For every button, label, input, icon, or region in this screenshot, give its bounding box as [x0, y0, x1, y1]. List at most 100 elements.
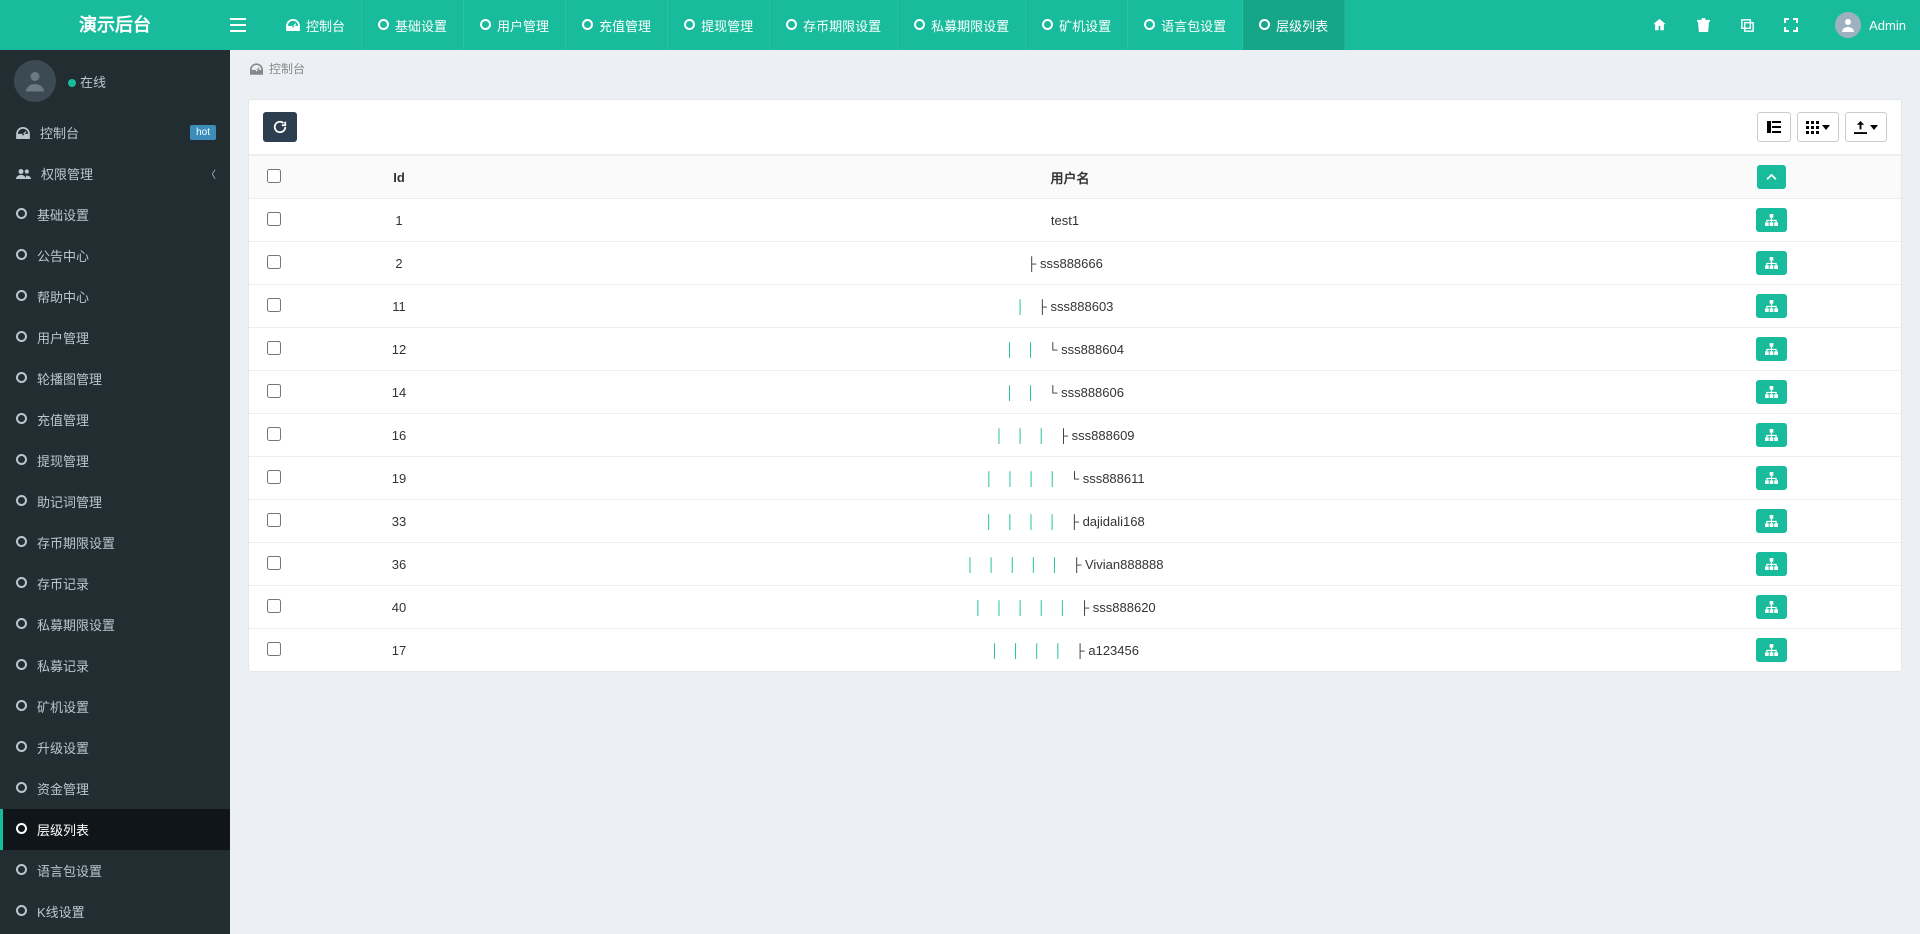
row-checkbox[interactable] [267, 599, 281, 613]
sidebar-item-5[interactable]: 用户管理 [0, 317, 230, 358]
cell-action [1641, 414, 1901, 457]
sidebar-item-15[interactable]: 升级设置 [0, 727, 230, 768]
sidebar-item-13[interactable]: 私募记录 [0, 645, 230, 686]
cell-id: 11 [299, 285, 499, 328]
sidebar-item-6[interactable]: 轮播图管理 [0, 358, 230, 399]
sitemap-icon [1765, 257, 1778, 269]
row-checkbox[interactable] [267, 341, 281, 355]
select-all-checkbox[interactable] [267, 169, 281, 183]
cell-id: 2 [299, 242, 499, 285]
export-icon [1854, 121, 1867, 134]
sidebar-item-1[interactable]: 权限管理〈 [0, 153, 230, 194]
row-checkbox[interactable] [267, 212, 281, 226]
export-button[interactable] [1845, 112, 1887, 142]
sidebar-item-label: 私募期限设置 [37, 615, 115, 634]
table-row: 17│ │ │ │ ├ a123456 [249, 629, 1901, 672]
sidebar-item-19[interactable]: K线设置 [0, 891, 230, 932]
row-checkbox[interactable] [267, 513, 281, 527]
sitemap-icon [1765, 515, 1778, 527]
sidebar-item-7[interactable]: 充值管理 [0, 399, 230, 440]
table-header-row: Id 用户名 [249, 156, 1901, 199]
circle-icon [16, 822, 27, 837]
cell-id: 17 [299, 629, 499, 672]
sidebar-item-17[interactable]: 层级列表 [0, 809, 230, 850]
cell-action [1641, 328, 1901, 371]
cache-button[interactable] [1725, 0, 1769, 50]
topnav-item-lang[interactable]: 语言包设置 [1128, 0, 1243, 50]
sidebar-item-16[interactable]: 资金管理 [0, 768, 230, 809]
topnav-item-level[interactable]: 层级列表 [1243, 0, 1345, 50]
sidebar-item-11[interactable]: 存币记录 [0, 563, 230, 604]
toggle-card-view-button[interactable] [1757, 112, 1791, 142]
expand-row-button[interactable] [1756, 294, 1787, 318]
cell-action [1641, 457, 1901, 500]
expand-row-button[interactable] [1756, 208, 1787, 232]
topnav-item-console[interactable]: 控制台 [270, 0, 362, 50]
columns-button[interactable] [1797, 112, 1839, 142]
expand-row-button[interactable] [1756, 380, 1787, 404]
topnav-item-miner[interactable]: 矿机设置 [1026, 0, 1128, 50]
table-row: 2├ sss888666 [249, 242, 1901, 285]
trash-button[interactable] [1681, 0, 1725, 50]
row-checkbox[interactable] [267, 642, 281, 656]
row-checkbox[interactable] [267, 255, 281, 269]
row-checkbox[interactable] [267, 470, 281, 484]
sidebar-item-9[interactable]: 助记词管理 [0, 481, 230, 522]
topbar-actions [1637, 0, 1821, 50]
circle-icon [16, 412, 27, 427]
sidebar-toggle[interactable] [230, 18, 270, 32]
row-checkbox[interactable] [267, 298, 281, 312]
circle-icon [16, 699, 27, 714]
topnav-label: 层级列表 [1276, 16, 1328, 35]
col-username-header[interactable]: 用户名 [499, 156, 1641, 199]
row-checkbox[interactable] [267, 384, 281, 398]
topnav-item-recharge[interactable]: 充值管理 [566, 0, 668, 50]
topnav-label: 矿机设置 [1059, 16, 1111, 35]
fullscreen-button[interactable] [1769, 0, 1813, 50]
cell-id: 1 [299, 199, 499, 242]
topnav-label: 用户管理 [497, 16, 549, 35]
topnav-item-private[interactable]: 私募期限设置 [898, 0, 1026, 50]
sidebar-item-2[interactable]: 基础设置 [0, 194, 230, 235]
sidebar-item-3[interactable]: 公告中心 [0, 235, 230, 276]
sidebar-item-18[interactable]: 语言包设置 [0, 850, 230, 891]
cell-action [1641, 285, 1901, 328]
sidebar-item-label: 控制台 [40, 123, 79, 142]
sidebar-item-14[interactable]: 矿机设置 [0, 686, 230, 727]
circle-icon [16, 248, 27, 263]
trash-icon [1697, 18, 1710, 33]
expand-row-button[interactable] [1756, 552, 1787, 576]
refresh-button[interactable] [263, 112, 297, 142]
expand-row-button[interactable] [1756, 509, 1787, 533]
topnav-item-basic[interactable]: 基础设置 [362, 0, 464, 50]
user-menu[interactable]: Admin [1821, 12, 1920, 38]
expand-row-button[interactable] [1756, 423, 1787, 447]
sitemap-icon [1765, 429, 1778, 441]
sidebar-item-label: 层级列表 [37, 820, 89, 839]
sidebar-item-label: 资金管理 [37, 779, 89, 798]
cell-id: 19 [299, 457, 499, 500]
sidebar-item-10[interactable]: 存币期限设置 [0, 522, 230, 563]
topnav-item-deposit[interactable]: 存币期限设置 [770, 0, 898, 50]
sidebar-item-4[interactable]: 帮助中心 [0, 276, 230, 317]
cell-username: │ │ │ │ │ ├ sss888620 [974, 600, 1155, 615]
row-checkbox[interactable] [267, 556, 281, 570]
sidebar-item-label: 公告中心 [37, 246, 89, 265]
expand-row-button[interactable] [1756, 337, 1787, 361]
col-id-header[interactable]: Id [299, 156, 499, 199]
table-row: 1test1 [249, 199, 1901, 242]
row-checkbox[interactable] [267, 427, 281, 441]
expand-row-button[interactable] [1756, 595, 1787, 619]
sidebar-item-8[interactable]: 提现管理 [0, 440, 230, 481]
topnav-item-users[interactable]: 用户管理 [464, 0, 566, 50]
expand-row-button[interactable] [1756, 466, 1787, 490]
sidebar-item-label: 存币记录 [37, 574, 89, 593]
sidebar-item-0[interactable]: 控制台hot [0, 112, 230, 153]
collapse-all-button[interactable] [1757, 165, 1786, 189]
sidebar-item-12[interactable]: 私募期限设置 [0, 604, 230, 645]
expand-row-button[interactable] [1756, 251, 1787, 275]
home-button[interactable] [1637, 0, 1681, 50]
dashboard-icon [16, 127, 30, 139]
topnav-item-withdraw[interactable]: 提现管理 [668, 0, 770, 50]
expand-row-button[interactable] [1756, 638, 1787, 662]
